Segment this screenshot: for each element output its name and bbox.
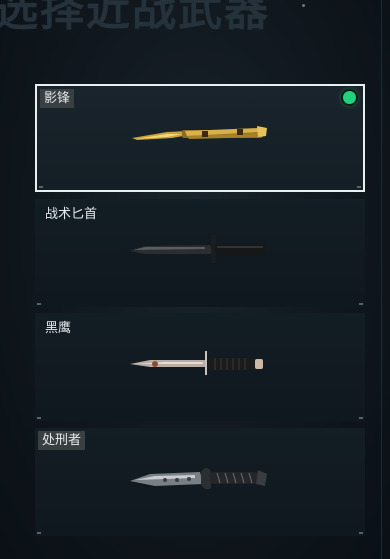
scroll-track[interactable] [381, 0, 382, 559]
tactical-dagger-image [130, 235, 265, 263]
card-corner [37, 417, 41, 419]
card-corner [359, 303, 363, 305]
equipped-indicator-icon [343, 91, 356, 104]
black-hawk-knife-image [130, 351, 263, 375]
executioner-knife-image [130, 468, 267, 490]
knife-name: 影锋 [40, 89, 75, 108]
card-corner [37, 303, 41, 305]
knife-name: 处刑者 [38, 431, 86, 450]
knife-card-yingfeng[interactable]: 影锋 [35, 84, 365, 192]
knife-name: 黑鹰 [45, 321, 72, 336]
knife-card-tactical-dagger[interactable]: 战术匕首 [35, 199, 365, 307]
card-corner [359, 417, 363, 419]
knife-card-executioner[interactable]: 处刑者 [35, 428, 365, 536]
card-corner [357, 186, 361, 188]
knife-name: 战术匕首 [45, 207, 98, 222]
card-corner [359, 532, 363, 534]
butterfly-knife-image [132, 126, 267, 140]
card-corner [39, 186, 43, 188]
card-corner [37, 532, 41, 534]
knife-card-black-hawk[interactable]: 黑鹰 [35, 313, 365, 421]
page-title: 选择近战武器 [0, 0, 270, 36]
header-dot [302, 4, 305, 7]
